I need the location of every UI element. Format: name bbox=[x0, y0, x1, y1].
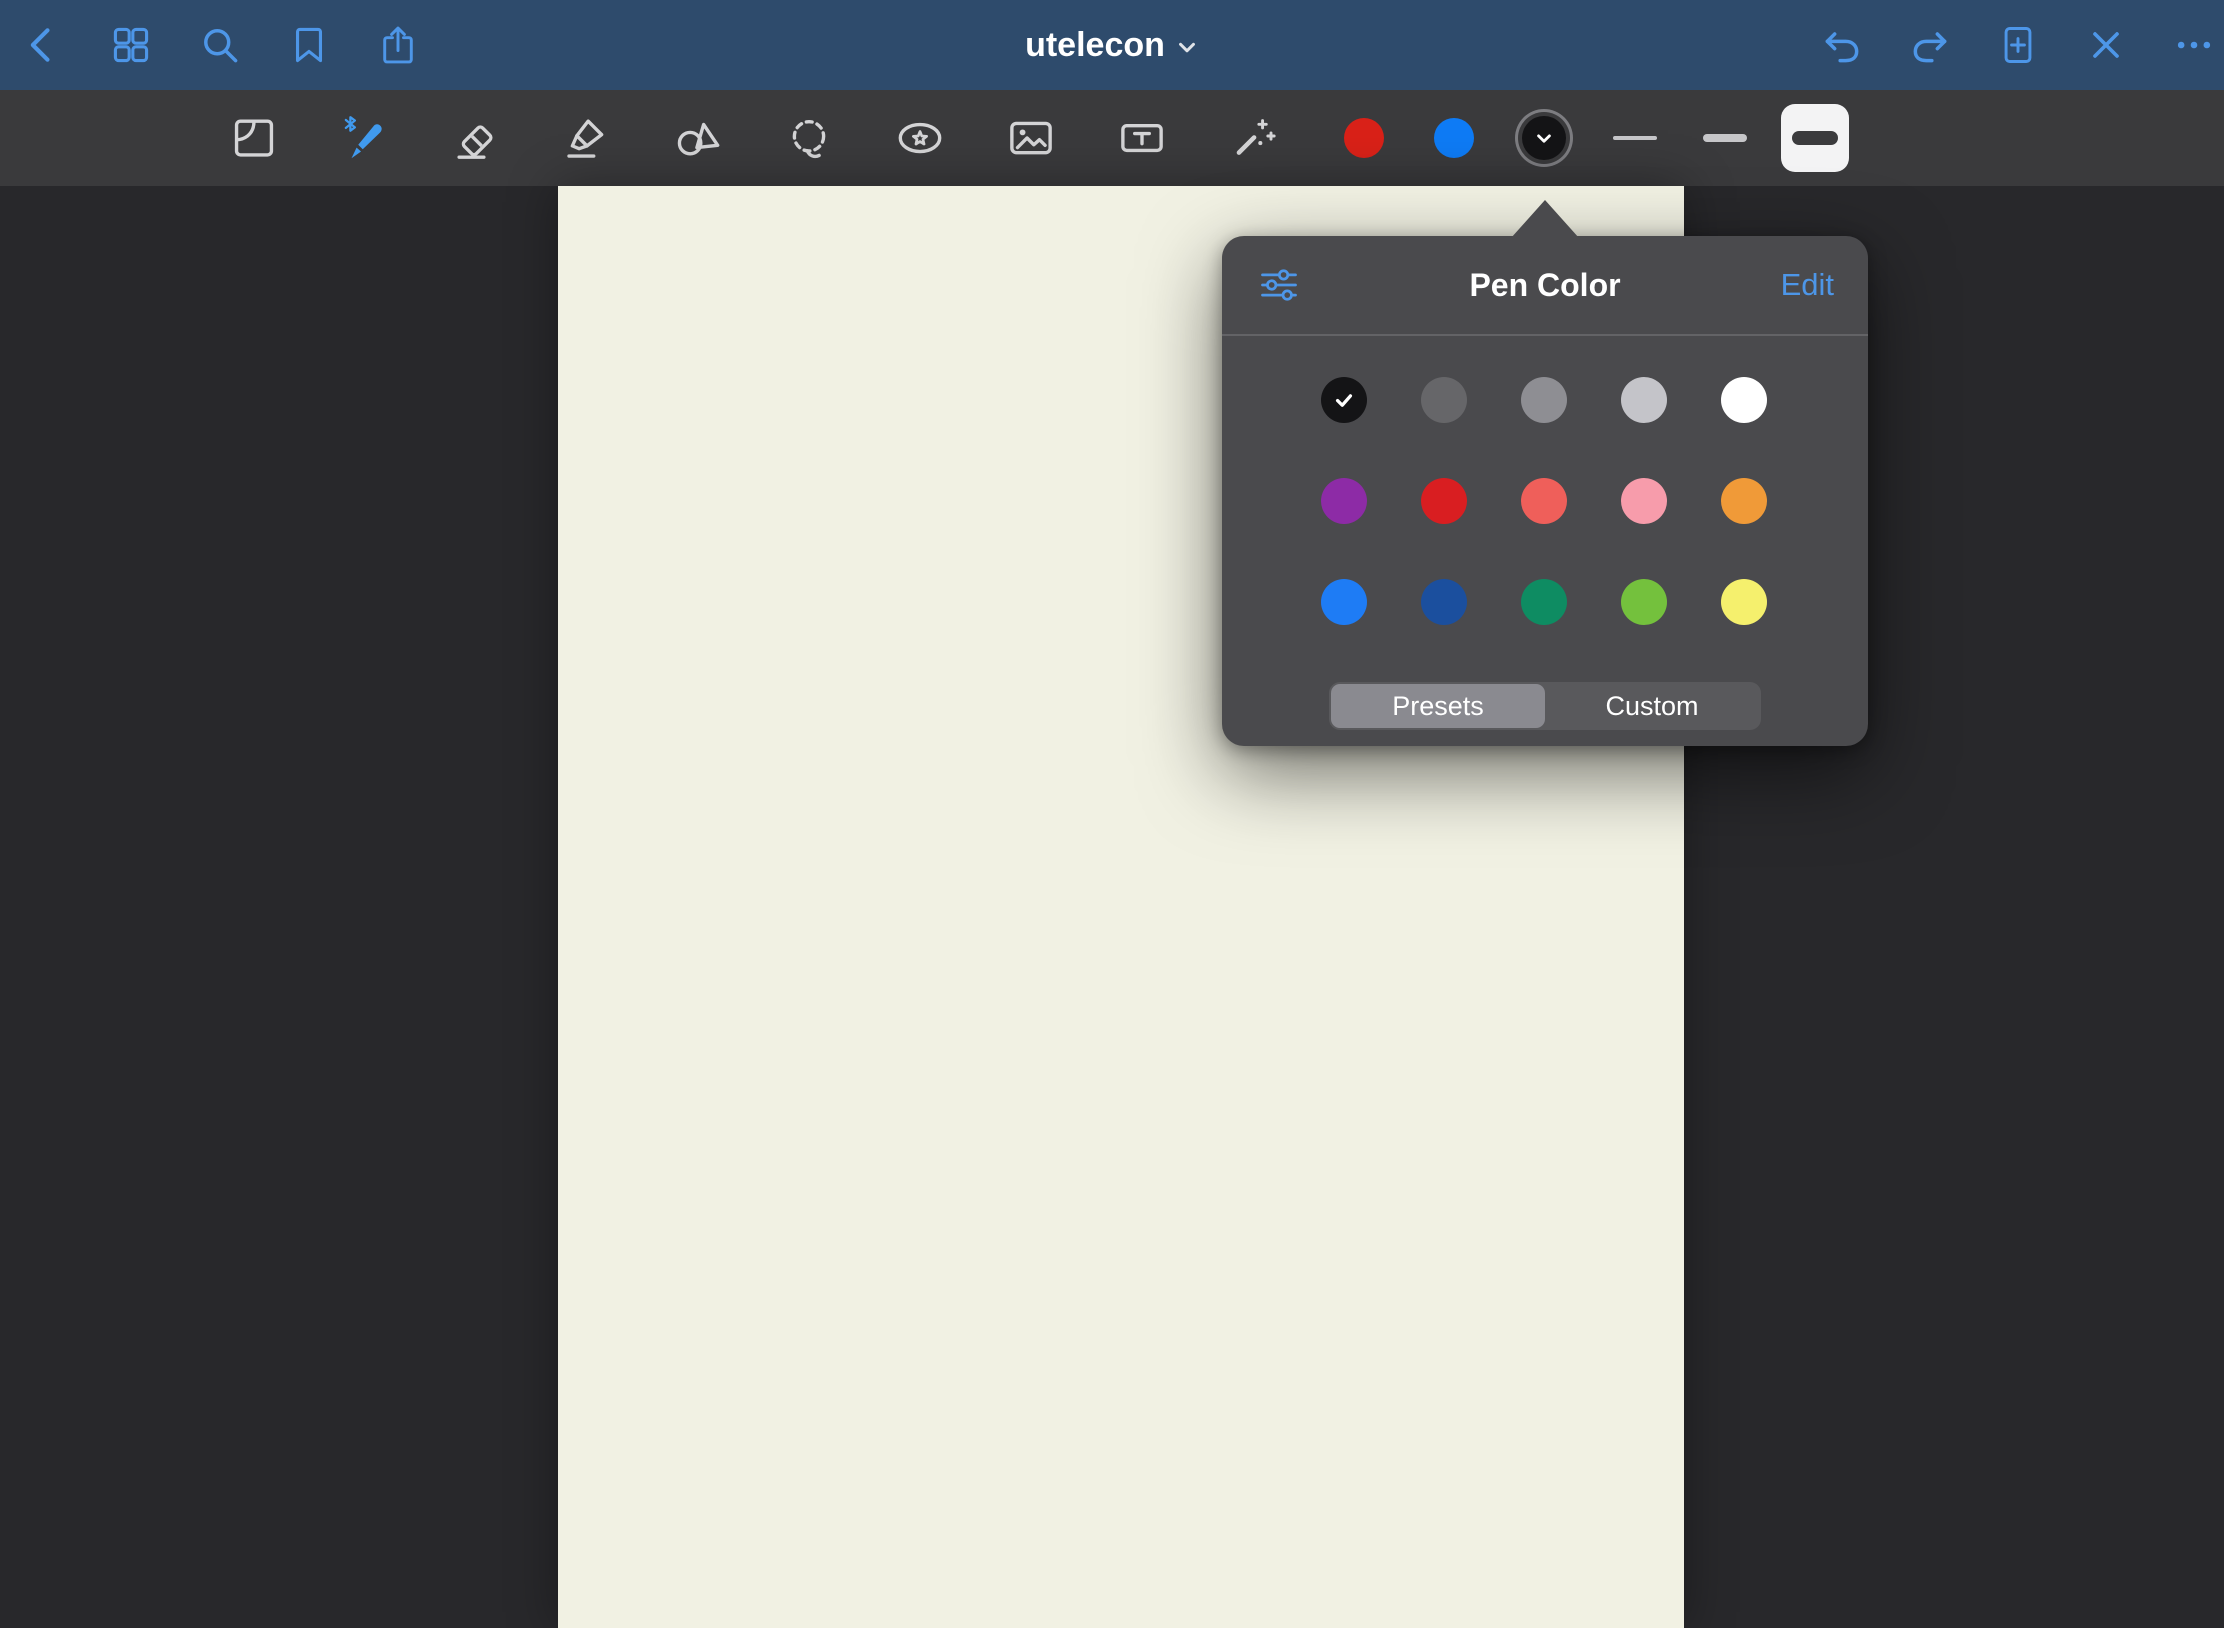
pen-color-option-gray[interactable] bbox=[1521, 377, 1567, 423]
page-turn-mode-icon bbox=[227, 111, 281, 165]
pen-color-option-purple[interactable] bbox=[1321, 478, 1367, 524]
pen-color-option-light-gray[interactable] bbox=[1621, 377, 1667, 423]
pen-color-option-coral[interactable] bbox=[1521, 478, 1567, 524]
check-icon bbox=[1330, 386, 1358, 414]
tools-group bbox=[218, 90, 1289, 186]
shapes-tool[interactable] bbox=[662, 96, 734, 180]
segment-custom[interactable]: Custom bbox=[1545, 684, 1759, 728]
page-thumbnails-icon bbox=[109, 23, 153, 67]
toolbar-pen-color-red[interactable] bbox=[1332, 106, 1396, 170]
add-page-button[interactable] bbox=[1990, 17, 2046, 73]
stroke-width-thick[interactable] bbox=[1781, 104, 1849, 172]
pen-tool[interactable] bbox=[329, 96, 401, 180]
pen-color-option-yellow[interactable] bbox=[1721, 579, 1767, 625]
shapes-icon bbox=[671, 111, 725, 165]
nav-left-group bbox=[10, 0, 430, 90]
undo-icon bbox=[1820, 23, 1864, 67]
segment-presets[interactable]: Presets bbox=[1331, 684, 1545, 728]
pen-color-option-blue[interactable] bbox=[1321, 579, 1367, 625]
pen-icon bbox=[338, 111, 392, 165]
lasso-icon bbox=[782, 111, 836, 165]
eraser-tool[interactable] bbox=[440, 96, 512, 180]
bookmark-icon bbox=[287, 23, 331, 67]
popover-arrow bbox=[1511, 200, 1579, 238]
pen-color-option-light-green[interactable] bbox=[1621, 579, 1667, 625]
elements-tool[interactable] bbox=[884, 96, 956, 180]
popover-divider bbox=[1222, 334, 1868, 336]
stroke-width-medium[interactable] bbox=[1691, 104, 1759, 172]
stroke-width-options bbox=[1601, 90, 1849, 186]
stroke-line-thin bbox=[1613, 136, 1657, 140]
pen-color-option-orange[interactable] bbox=[1721, 478, 1767, 524]
share-button[interactable] bbox=[366, 13, 430, 77]
text-icon bbox=[1115, 111, 1169, 165]
back-button[interactable] bbox=[10, 13, 74, 77]
toolbar-color-swatches bbox=[1332, 90, 1576, 186]
popover-title: Pen Color bbox=[1222, 236, 1868, 334]
eraser-icon bbox=[449, 111, 503, 165]
text-tool[interactable] bbox=[1106, 96, 1178, 180]
sticker-star-icon bbox=[893, 111, 947, 165]
edit-colors-button[interactable]: Edit bbox=[1781, 236, 1834, 334]
redo-icon bbox=[1908, 23, 1952, 67]
redo-button[interactable] bbox=[1902, 17, 1958, 73]
laser-pointer-icon bbox=[1226, 111, 1280, 165]
more-button[interactable] bbox=[2166, 17, 2222, 73]
pen-color-option-white[interactable] bbox=[1721, 377, 1767, 423]
pen-color-popover: Pen Color Edit PresetsCustom bbox=[1222, 236, 1868, 746]
highlighter-icon bbox=[560, 111, 614, 165]
pen-color-option-dark-gray[interactable] bbox=[1421, 377, 1467, 423]
stroke-width-thin[interactable] bbox=[1601, 104, 1669, 172]
tool-bar bbox=[0, 90, 2224, 186]
pen-color-option-navy[interactable] bbox=[1421, 579, 1467, 625]
search-icon bbox=[198, 23, 242, 67]
image-tool[interactable] bbox=[995, 96, 1067, 180]
top-navigation-bar: utelecon bbox=[0, 0, 2224, 90]
pen-color-option-pink[interactable] bbox=[1621, 478, 1667, 524]
image-icon bbox=[1004, 111, 1058, 165]
bluetooth-icon bbox=[346, 117, 355, 131]
document-title-label: utelecon bbox=[1025, 26, 1165, 65]
back-icon bbox=[20, 23, 64, 67]
undo-button[interactable] bbox=[1814, 17, 1870, 73]
nav-right-group bbox=[1814, 0, 2222, 90]
share-icon bbox=[376, 23, 420, 67]
pen-color-option-black[interactable] bbox=[1321, 377, 1367, 423]
chevron-down-icon bbox=[1531, 125, 1557, 151]
toolbar-pen-color-blue[interactable] bbox=[1422, 106, 1486, 170]
pen-color-grid bbox=[1321, 377, 1767, 625]
lasso-tool[interactable] bbox=[773, 96, 845, 180]
highlighter-tool[interactable] bbox=[551, 96, 623, 180]
popover-header: Pen Color Edit bbox=[1222, 236, 1868, 334]
add-page-icon bbox=[1996, 23, 2040, 67]
search-button[interactable] bbox=[188, 13, 252, 77]
more-icon bbox=[2172, 23, 2216, 67]
page-turn-mode-tool[interactable] bbox=[218, 96, 290, 180]
pen-mode-off-icon bbox=[2084, 23, 2128, 67]
pen-color-option-green[interactable] bbox=[1521, 579, 1567, 625]
page-thumbnails-button[interactable] bbox=[99, 13, 163, 77]
title-chevron-icon bbox=[1175, 36, 1199, 60]
toolbar-pen-color-black[interactable] bbox=[1512, 106, 1576, 170]
laser-pointer-tool[interactable] bbox=[1217, 96, 1289, 180]
pen-color-option-red[interactable] bbox=[1421, 478, 1467, 524]
stroke-line-medium bbox=[1703, 134, 1747, 142]
bookmark-button[interactable] bbox=[277, 13, 341, 77]
presets-custom-segmented: PresetsCustom bbox=[1329, 682, 1761, 730]
pen-mode-off-button[interactable] bbox=[2078, 17, 2134, 73]
stroke-line-thick bbox=[1792, 131, 1838, 145]
